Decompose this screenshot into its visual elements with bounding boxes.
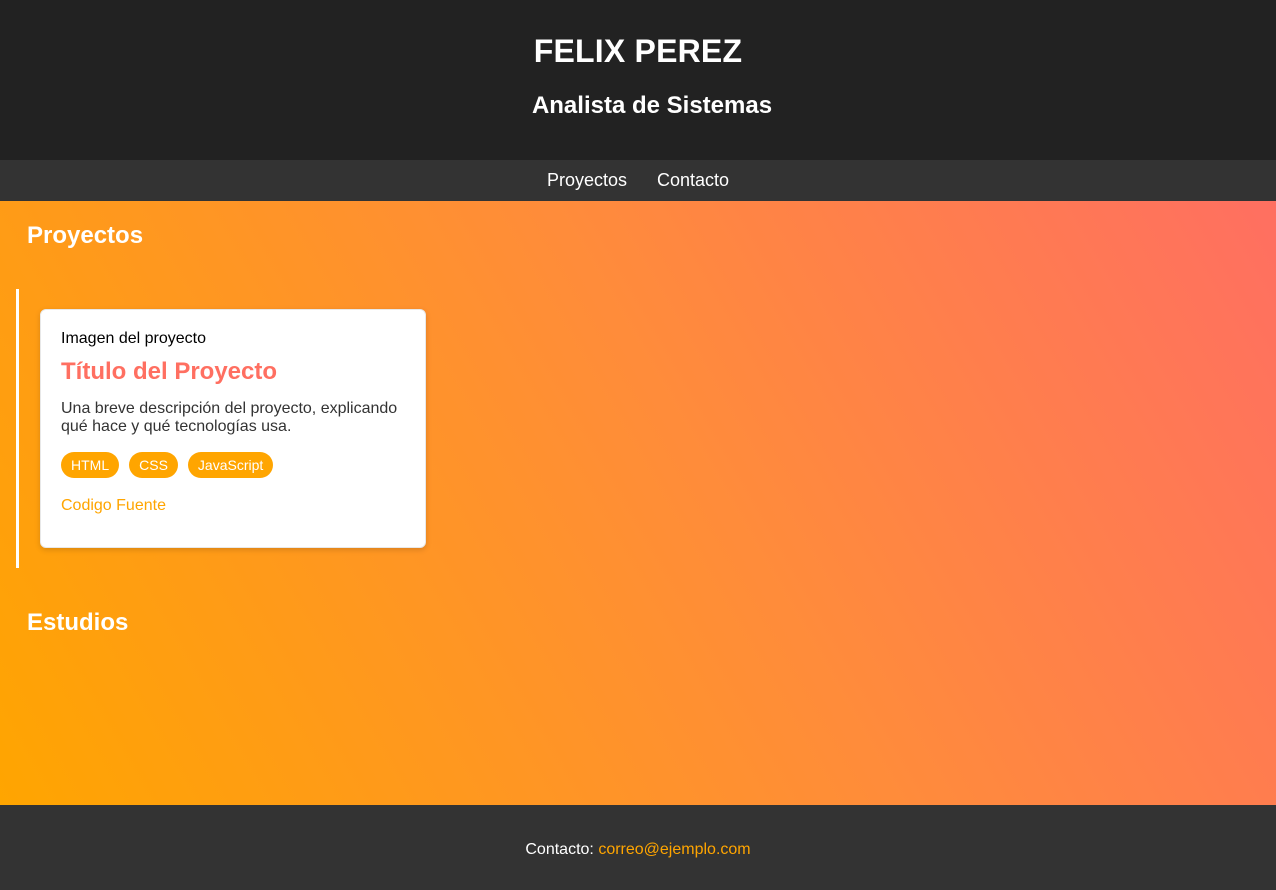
tag-html: HTML [61,452,120,478]
project-image: Imagen del proyecto [61,330,405,348]
main-nav: Proyectos Contacto [0,160,1276,201]
footer-label: Contacto: [525,841,599,858]
nav-link-contacto[interactable]: Contacto [657,170,729,191]
project-list: Imagen del proyecto Título del Proyecto … [16,289,436,568]
projects-heading: Proyectos [27,222,144,249]
project-card: Imagen del proyecto Título del Proyecto … [40,309,426,548]
site-footer: Contacto: correo@ejemplo.com [0,805,1276,890]
source-code-link[interactable]: Codigo Fuente [61,497,166,515]
nav-link-proyectos[interactable]: Proyectos [547,170,627,191]
tag-css: CSS [129,452,178,478]
footer-email-link[interactable]: correo@ejemplo.com [598,841,750,858]
project-description: Una breve descripción del proyecto, expl… [61,400,398,435]
site-title: FELIX PEREZ [533,33,743,69]
site-header: FELIX PEREZ Analista de Sistemas [0,0,1276,160]
main-content: Proyectos Imagen del proyecto Título del… [0,201,1276,805]
project-title: Título del Proyecto [61,358,278,385]
tech-tags: HTML CSS JavaScript [61,452,405,478]
studies-heading: Estudios [27,609,129,636]
tag-javascript: JavaScript [187,452,274,478]
site-subtitle: Analista de Sistemas [531,92,773,119]
project-image-alt: Imagen del proyecto [61,330,206,347]
